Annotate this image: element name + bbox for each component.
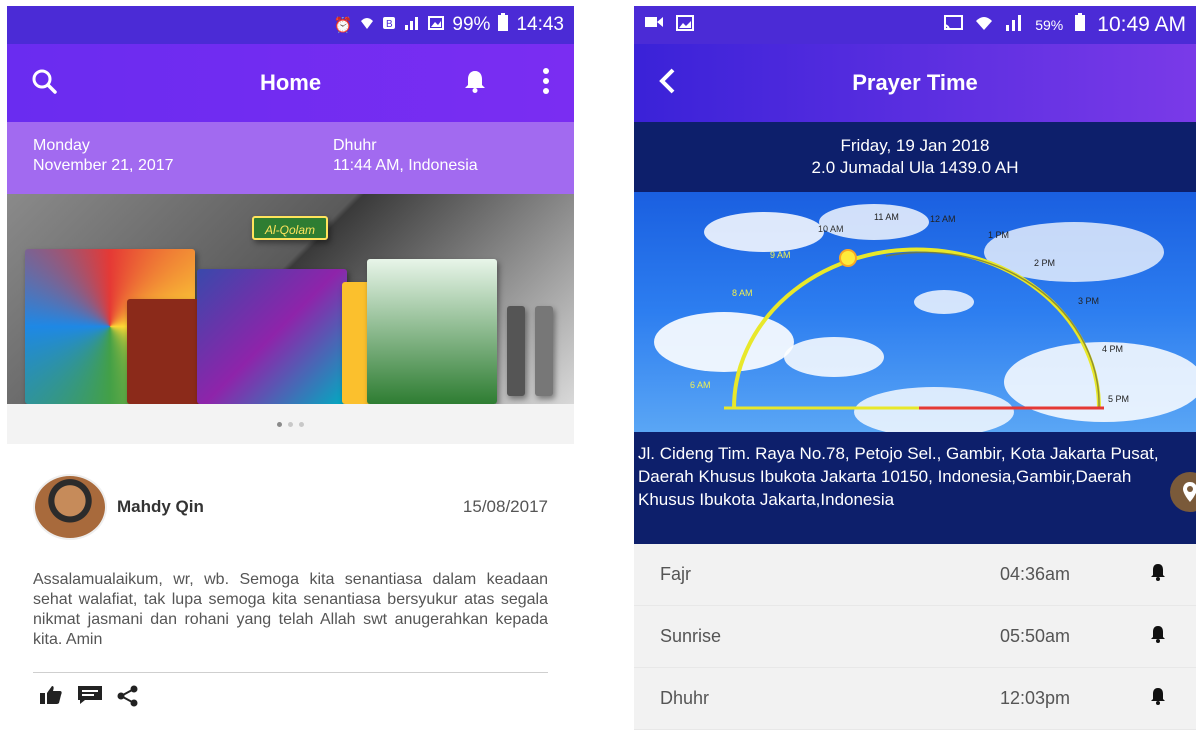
like-icon[interactable] — [39, 685, 63, 713]
wifi-icon — [975, 13, 993, 37]
time-label: 12 AM — [930, 214, 956, 224]
clock: 14:43 — [516, 14, 564, 35]
share-icon[interactable] — [117, 685, 139, 713]
prayer-time: 05:50am — [999, 626, 1070, 646]
location-address: Jl. Cideng Tim. Raya No.78, Petojo Sel.,… — [634, 432, 1196, 544]
time-label: 6 AM — [690, 380, 711, 390]
battery-percent: 59% — [1035, 17, 1064, 33]
carousel-dot[interactable] — [299, 421, 304, 427]
svg-text:B: B — [386, 19, 393, 30]
image-icon — [428, 16, 445, 34]
search-icon[interactable] — [31, 68, 57, 99]
more-menu-icon[interactable] — [542, 67, 550, 99]
post-date: 15/08/2017 — [462, 497, 548, 516]
banner-book — [367, 259, 497, 404]
post-author[interactable]: Mahdy Qin — [117, 497, 204, 517]
comment-icon[interactable] — [77, 685, 103, 713]
carousel-indicator[interactable] — [7, 404, 574, 444]
prayer-row-dhuhr[interactable]: Dhuhr 12:03pm — [634, 668, 1196, 730]
battery-icon — [498, 13, 509, 37]
post-header: Mahdy Qin 15/08/2017 — [33, 472, 548, 542]
banner-logo: Al-Qolam — [252, 216, 328, 240]
back-arrow-icon[interactable] — [658, 68, 676, 99]
banner-book — [197, 269, 347, 404]
next-prayer-name: Dhuhr — [333, 137, 377, 154]
cast-icon — [943, 13, 964, 37]
bell-icon[interactable] — [1150, 563, 1166, 586]
home-screen: ⏰ B 99% 14:43 Home Monday November 21, 2… — [7, 6, 574, 742]
banner-pen — [507, 306, 525, 396]
clock: 10:49 AM — [1097, 13, 1186, 36]
address-text: Jl. Cideng Tim. Raya No.78, Petojo Sel.,… — [638, 444, 1159, 509]
time-label: 10 AM — [818, 224, 844, 234]
app-bar: Prayer Time — [634, 44, 1196, 122]
page-title: Home — [259, 70, 322, 95]
sun-path-graphic: 6 AM 8 AM 9 AM 10 AM 11 AM 12 AM 1 PM 2 … — [634, 192, 1196, 432]
prayer-row-fajr[interactable]: Fajr 04:36am — [634, 544, 1196, 606]
page-title: Prayer Time — [852, 70, 978, 95]
prayer-time: 12:03pm — [999, 688, 1070, 708]
post-actions — [33, 673, 548, 725]
post-card: Mahdy Qin 15/08/2017 Assalamualaikum, wr… — [7, 444, 574, 725]
time-label: 9 AM — [770, 250, 791, 260]
bell-icon[interactable] — [1150, 625, 1166, 648]
banner-pen — [535, 306, 553, 396]
date-header: Friday, 19 Jan 2018 2.0 Jumadal Ula 1439… — [634, 122, 1196, 192]
prayer-name: Dhuhr — [660, 688, 710, 708]
time-label: 3 PM — [1078, 296, 1100, 306]
banner-carousel[interactable]: Al-Qolam — [7, 194, 574, 404]
image-icon — [676, 14, 694, 36]
battery-percent: 99% — [452, 14, 491, 35]
prayer-row-sunrise[interactable]: Sunrise 05:50am — [634, 606, 1196, 668]
app-bar: Home — [7, 44, 574, 122]
signal-icon — [404, 16, 420, 34]
time-label: 2 PM — [1034, 258, 1056, 268]
status-bar: ⏰ B 99% 14:43 — [7, 6, 574, 44]
prayer-name: Sunrise — [660, 626, 722, 646]
next-prayer-time: 11:44 AM, Indonesia — [333, 157, 478, 174]
battery-icon — [1075, 13, 1086, 37]
data-icon: B — [382, 16, 396, 34]
carousel-dot[interactable] — [277, 421, 282, 427]
time-label: 11 AM — [874, 212, 899, 222]
video-icon — [644, 15, 664, 36]
carousel-dot[interactable] — [288, 421, 293, 427]
gregorian-date: Friday, 19 Jan 2018 — [840, 136, 990, 155]
bell-icon[interactable] — [1150, 687, 1166, 710]
time-label: 5 PM — [1108, 394, 1130, 404]
prayer-name: Fajr — [660, 564, 691, 584]
date-label: November 21, 2017 — [33, 157, 174, 174]
avatar[interactable] — [33, 474, 107, 540]
alarm-icon: ⏰ — [333, 17, 353, 34]
prayer-time-screen: 59% 10:49 AM Prayer Time Friday, 19 Jan … — [634, 6, 1196, 742]
time-label: 1 PM — [988, 230, 1010, 240]
day-label: Monday — [33, 137, 90, 154]
status-bar: 59% 10:49 AM — [634, 6, 1196, 44]
wifi-icon — [360, 16, 374, 34]
time-label: 4 PM — [1102, 344, 1124, 354]
signal-icon — [1005, 13, 1023, 37]
prayer-time: 04:36am — [999, 564, 1070, 584]
post-body: Assalamualaikum, wr, wb. Semoga kita sen… — [33, 571, 548, 648]
time-label: 8 AM — [732, 288, 753, 298]
info-strip: Monday November 21, 2017 Dhuhr 11:44 AM,… — [7, 122, 574, 194]
hijri-date: 2.0 Jumadal Ula 1439.0 AH — [811, 158, 1019, 177]
bell-icon[interactable] — [464, 69, 486, 98]
